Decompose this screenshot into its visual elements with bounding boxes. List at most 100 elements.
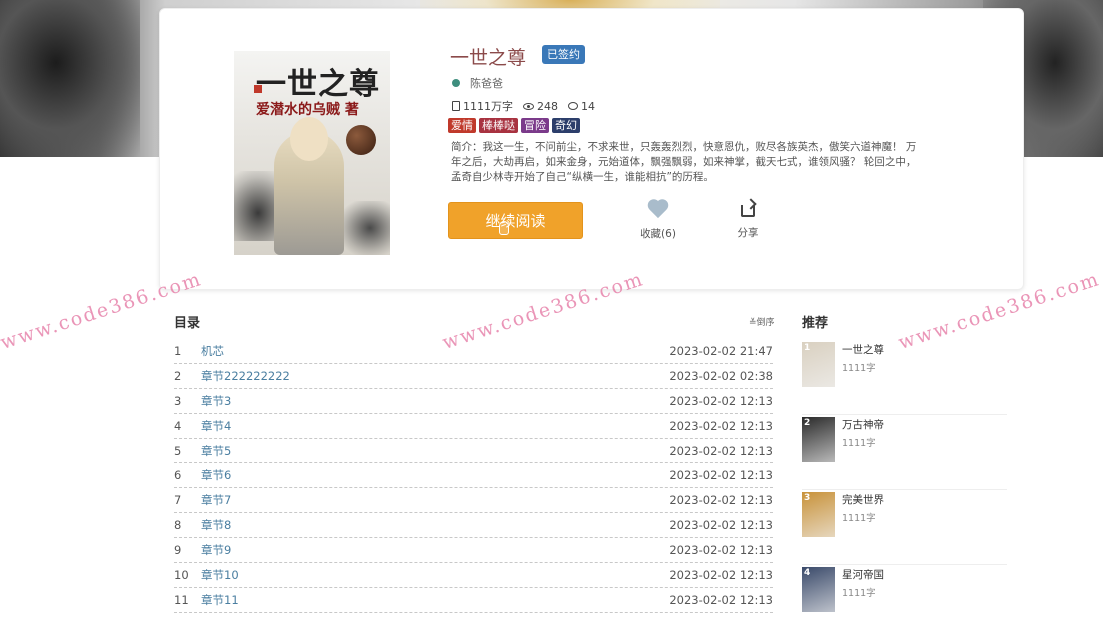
favorite-label: 收藏(6) bbox=[640, 228, 676, 240]
heart-icon bbox=[647, 200, 669, 220]
chapter-number: 3 bbox=[174, 393, 182, 408]
chapter-time: 2023-02-02 12:13 bbox=[669, 493, 773, 508]
chapter-link[interactable]: 章节10 bbox=[201, 567, 669, 583]
recommend-item[interactable]: 2 万古神帝 1111字 bbox=[802, 415, 1007, 490]
cover-orb bbox=[346, 125, 376, 155]
book-intro: 简介：我这一生，不问前尘，不求来世，只轰轰烈烈，快意恩仇，败尽各族英杰，傲笑六道… bbox=[451, 141, 917, 183]
chapter-number: 8 bbox=[174, 518, 182, 533]
chapter-number: 6 bbox=[174, 468, 182, 483]
chapter-list: 1 机芯 2023-02-02 21:47 2 章节222222222 2023-02-0… bbox=[174, 339, 773, 613]
chapter-time: 2023-02-02 12:13 bbox=[669, 567, 773, 582]
recommend-rank: 3 bbox=[804, 493, 811, 503]
recommend-title: 推荐 bbox=[802, 316, 829, 331]
chapter-link[interactable]: 章节7 bbox=[201, 492, 669, 508]
book-cover[interactable]: 一世之尊 爱潜水的乌贼 著 bbox=[234, 51, 390, 255]
stats-row: 1111万字 248 14 bbox=[452, 98, 595, 114]
author-row: 陈爸爸 bbox=[452, 75, 503, 91]
continue-reading-button[interactable]: 继续阅读 bbox=[448, 202, 583, 239]
toc-sort-toggle[interactable]: ≚倒序 bbox=[749, 315, 775, 328]
hero-blur-left bbox=[0, 0, 140, 157]
recommend-name[interactable]: 完美世界 bbox=[842, 492, 884, 507]
chapter-row[interactable]: 3 章节3 2023-02-02 12:13 bbox=[174, 389, 773, 414]
chapter-link[interactable]: 章节11 bbox=[201, 592, 669, 608]
recommend-item[interactable]: 3 完美世界 1111字 bbox=[802, 490, 1007, 565]
cover-author: 爱潜水的乌贼 著 bbox=[256, 102, 359, 118]
favorite-button[interactable]: 收藏(6) bbox=[638, 200, 678, 241]
cover-publisher-badge bbox=[254, 85, 262, 93]
chapter-link[interactable]: 章节3 bbox=[201, 393, 669, 409]
chapter-number: 11 bbox=[174, 592, 189, 607]
chapter-time: 2023-02-02 12:13 bbox=[669, 443, 773, 458]
chapter-link[interactable]: 章节222222222 bbox=[201, 368, 669, 384]
chapter-time: 2023-02-02 12:13 bbox=[669, 543, 773, 558]
author-icon bbox=[452, 79, 460, 87]
recommend-words: 1111字 bbox=[842, 588, 876, 599]
continue-reading-label: 继续阅读 bbox=[485, 212, 546, 230]
recommend-cover[interactable]: 3 bbox=[802, 492, 835, 537]
tags-row: 爱情 棒棒哒 冒险 奇幻 bbox=[448, 118, 580, 133]
cover-figure-head bbox=[290, 117, 328, 161]
chapter-link[interactable]: 章节9 bbox=[201, 542, 669, 558]
chapter-number: 9 bbox=[174, 543, 182, 558]
views-stat: 248 bbox=[523, 100, 558, 113]
chapter-number: 5 bbox=[174, 443, 182, 458]
recommend-cover[interactable]: 1 bbox=[802, 342, 835, 387]
chapter-number: 7 bbox=[174, 493, 182, 508]
recommend-rank: 2 bbox=[804, 418, 811, 428]
chapter-time: 2023-02-02 21:47 bbox=[669, 343, 773, 358]
comments-count: 14 bbox=[581, 99, 595, 113]
chapter-number: 10 bbox=[174, 567, 189, 582]
recommend-rank: 1 bbox=[804, 343, 811, 353]
chapter-number: 1 bbox=[174, 343, 182, 358]
chapter-row[interactable]: 4 章节4 2023-02-02 12:13 bbox=[174, 414, 773, 439]
genre-tag[interactable]: 爱情 bbox=[448, 118, 476, 133]
chapter-row[interactable]: 8 章节8 2023-02-02 12:13 bbox=[174, 513, 773, 539]
recommend-rank: 4 bbox=[804, 568, 811, 578]
chapter-number: 2 bbox=[174, 368, 182, 383]
cover-ink-right bbox=[340, 201, 390, 255]
toc-title: 目录 bbox=[174, 316, 201, 331]
chapter-row[interactable]: 7 章节7 2023-02-02 12:13 bbox=[174, 488, 773, 514]
recommend-name[interactable]: 星河帝国 bbox=[842, 567, 884, 582]
recommend-cover[interactable]: 4 bbox=[802, 567, 835, 612]
chapter-link[interactable]: 章节5 bbox=[201, 443, 669, 459]
document-icon bbox=[452, 101, 460, 111]
genre-tag[interactable]: 奇幻 bbox=[552, 118, 580, 133]
genre-tag[interactable]: 棒棒哒 bbox=[479, 118, 518, 133]
chapter-row[interactable]: 2 章节222222222 2023-02-02 02:38 bbox=[174, 364, 773, 389]
chapter-time: 2023-02-02 12:13 bbox=[669, 418, 773, 433]
recommend-words: 1111字 bbox=[842, 513, 876, 524]
genre-tag[interactable]: 冒险 bbox=[521, 118, 549, 133]
share-icon bbox=[741, 205, 755, 217]
recommend-name[interactable]: 万古神帝 bbox=[842, 417, 884, 432]
chapter-link[interactable]: 章节4 bbox=[201, 418, 669, 434]
share-button[interactable]: 分享 bbox=[733, 205, 763, 240]
recommend-list: 1 一世之尊 1111字 2 万古神帝 1111字 3 完美世界 1111字 4 星河帝国 1111字 bbox=[802, 340, 1007, 619]
comment-icon bbox=[568, 102, 578, 110]
cover-title: 一世之尊 bbox=[256, 67, 380, 102]
chapter-row[interactable]: 10 章节10 2023-02-02 12:13 bbox=[174, 563, 773, 588]
chapter-row[interactable]: 11 章节11 2023-02-02 12:13 bbox=[174, 588, 773, 613]
chapter-time: 2023-02-02 12:13 bbox=[669, 468, 773, 483]
chapter-time: 2023-02-02 12:13 bbox=[669, 592, 773, 607]
chapter-row[interactable]: 9 章节9 2023-02-02 12:13 bbox=[174, 538, 773, 564]
chapter-time: 2023-02-02 02:38 bbox=[669, 368, 773, 383]
recommend-name[interactable]: 一世之尊 bbox=[842, 342, 884, 357]
pointer-hand-icon bbox=[499, 221, 509, 235]
word-count: 1111万字 bbox=[463, 100, 513, 113]
views-count: 248 bbox=[537, 99, 558, 113]
chapter-link[interactable]: 章节6 bbox=[201, 467, 669, 483]
signed-badge: 已签约 bbox=[542, 45, 585, 64]
chapter-link[interactable]: 章节8 bbox=[201, 517, 669, 533]
chapter-time: 2023-02-02 12:13 bbox=[669, 393, 773, 408]
recommend-cover[interactable]: 2 bbox=[802, 417, 835, 462]
book-info-card: 一世之尊 爱潜水的乌贼 著 一世之尊 已签约 陈爸爸 1111万字 248 14… bbox=[159, 8, 1024, 290]
chapter-row[interactable]: 6 章节6 2023-02-02 12:13 bbox=[174, 463, 773, 489]
recommend-item[interactable]: 4 星河帝国 1111字 bbox=[802, 565, 1007, 619]
author-name[interactable]: 陈爸爸 bbox=[470, 75, 503, 91]
eye-icon bbox=[523, 102, 534, 110]
chapter-row[interactable]: 5 章节5 2023-02-02 12:13 bbox=[174, 439, 773, 464]
chapter-link[interactable]: 机芯 bbox=[201, 343, 669, 359]
word-count-stat: 1111万字 bbox=[452, 98, 513, 114]
chapter-number: 4 bbox=[174, 418, 182, 433]
